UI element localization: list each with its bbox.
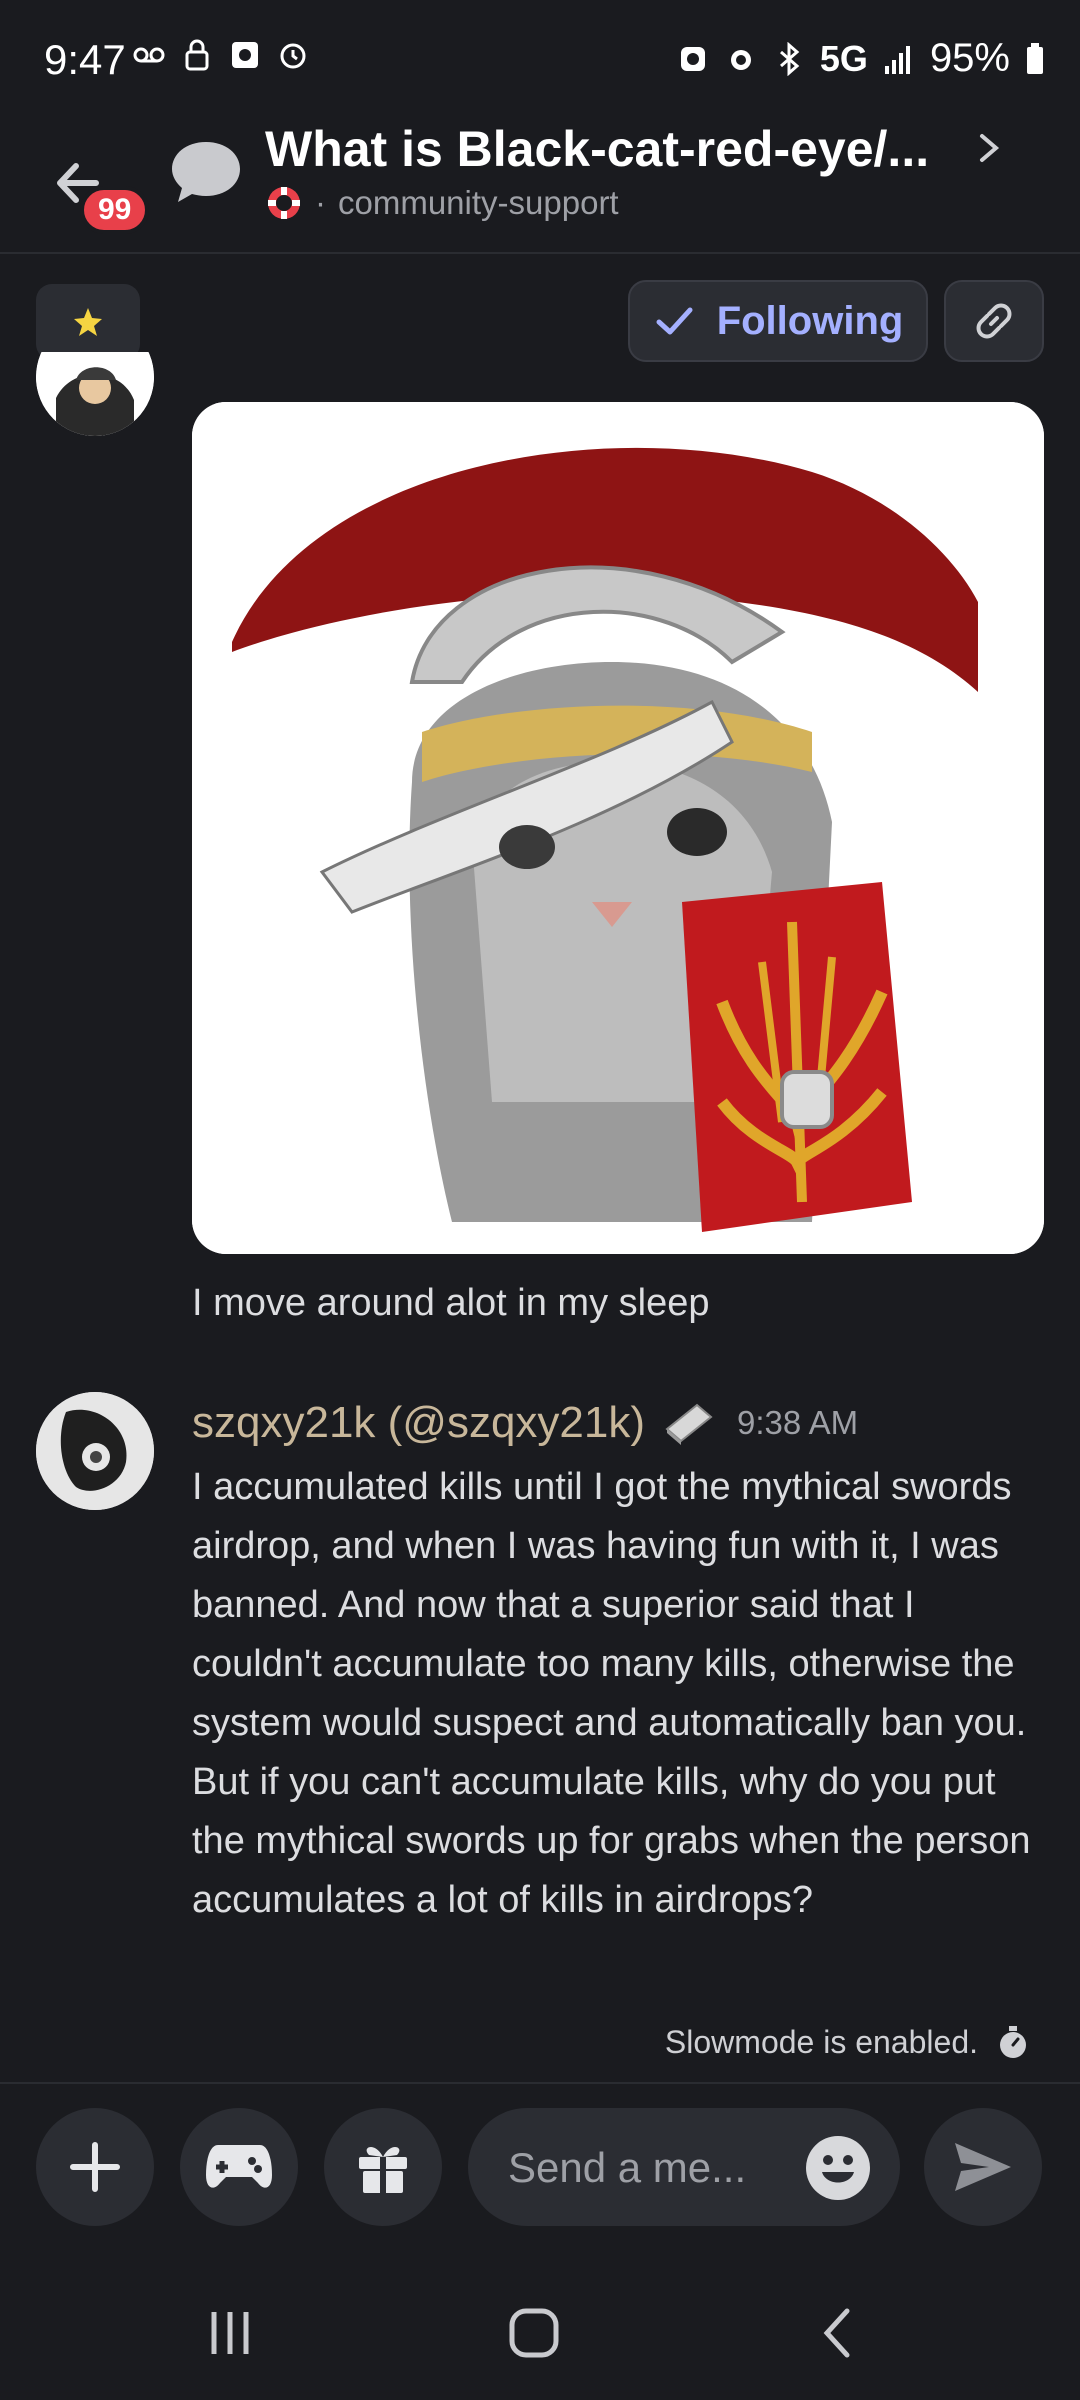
bluetooth-icon — [779, 41, 800, 76]
plus-icon — [70, 2142, 120, 2192]
stopwatch-icon — [1000, 2025, 1026, 2058]
following-label: Following — [716, 298, 904, 343]
lifebuoy-icon — [268, 187, 300, 219]
message-composer — [0, 2108, 1080, 2232]
battery-percent: 95% — [929, 36, 1010, 80]
gamepad-icon — [206, 2145, 272, 2188]
role-badge-icon — [665, 1403, 713, 1445]
message-text: I accumulated kills until I got the myth… — [192, 1466, 1031, 1921]
voicemail-icon — [133, 47, 165, 63]
emoji-icon[interactable] — [804, 2134, 872, 2202]
screen-record-icon — [232, 42, 258, 68]
back-button[interactable] — [798, 2298, 878, 2368]
network-label: 5G — [819, 37, 868, 79]
alarm-icon — [730, 49, 751, 70]
channel-name: community-support — [338, 184, 619, 221]
divider — [0, 2082, 1080, 2084]
message-input[interactable] — [506, 2132, 810, 2204]
avatar[interactable] — [36, 352, 154, 436]
star-button[interactable] — [36, 284, 140, 360]
home-button[interactable] — [494, 2298, 574, 2368]
copy-link-button[interactable] — [944, 280, 1044, 362]
chevron-right-icon[interactable] — [968, 128, 1008, 168]
thread-header: 99 What is Black-cat-red-eye/... · commu… — [0, 120, 1080, 254]
send-button[interactable] — [924, 2108, 1042, 2226]
recent-apps-button[interactable] — [190, 2298, 270, 2368]
activities-button[interactable] — [180, 2108, 298, 2226]
alarm-icon — [280, 43, 306, 69]
sparkle-star-icon — [74, 308, 102, 336]
checkmark-icon — [656, 307, 693, 335]
avatar[interactable] — [36, 1392, 154, 1510]
following-button[interactable]: Following — [628, 280, 928, 362]
channel-breadcrumb[interactable]: · community-support — [265, 184, 619, 222]
message-timestamp: 9:38 AM — [737, 1404, 859, 1441]
author-name[interactable]: szqxy21k (@szqxy21k) — [192, 1398, 645, 1448]
message-input-pill — [468, 2108, 900, 2226]
unread-badge: 99 — [80, 186, 150, 234]
thread-icon — [172, 142, 240, 202]
battery-icon — [1027, 42, 1043, 74]
home-icon — [509, 2308, 559, 2358]
system-nav-bar — [0, 2260, 1080, 2400]
slowmode-label: Slowmode is enabled. — [664, 2024, 978, 2060]
status-bar: 9:47 5G 95% — [0, 0, 1080, 120]
back-chevron-icon — [823, 2308, 850, 2358]
gift-button[interactable] — [324, 2108, 442, 2226]
thread-title[interactable]: What is Black-cat-red-eye/... — [265, 120, 955, 178]
status-time: 9:47 — [44, 36, 126, 83]
send-icon — [955, 2143, 1011, 2191]
separator-dot: · — [315, 184, 326, 221]
signal-icon — [884, 45, 910, 74]
add-attachment-button[interactable] — [36, 2108, 154, 2226]
lock-icon — [185, 39, 209, 71]
app-notification-icon — [680, 46, 705, 71]
thread-actions: Following — [0, 252, 1080, 382]
recent-apps-icon — [211, 2312, 249, 2354]
slowmode-notice: Slowmode is enabled. — [665, 2024, 1030, 2061]
roman-helmet-cat-image — [192, 402, 1044, 1254]
message-image[interactable] — [192, 402, 1044, 1254]
message-text: I move around alot in my sleep — [192, 1282, 710, 1324]
link-icon — [976, 303, 1012, 339]
gift-icon — [359, 2146, 407, 2193]
